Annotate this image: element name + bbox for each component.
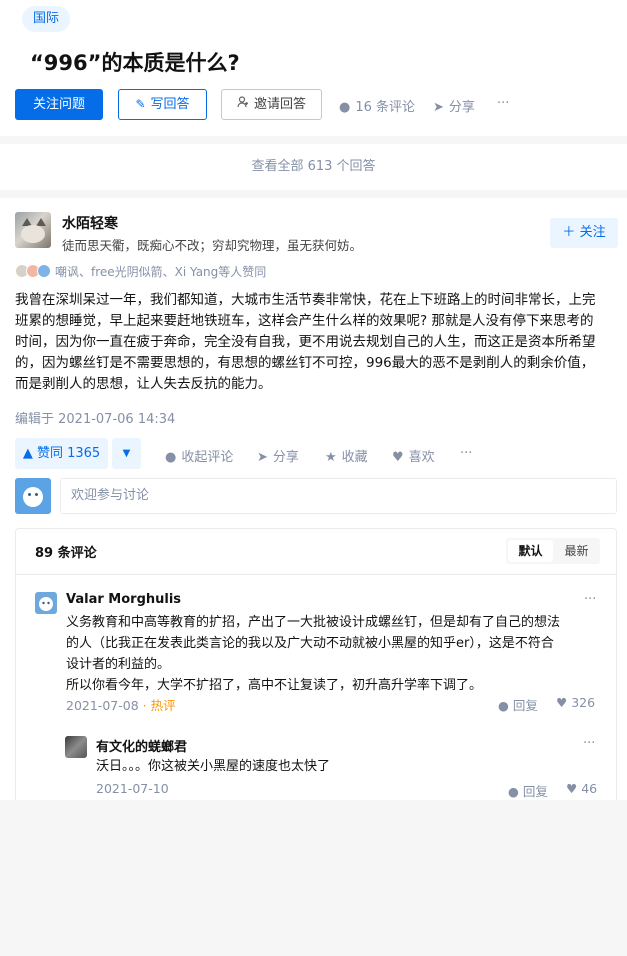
author-avatar[interactable] [15, 212, 51, 248]
reply-author[interactable]: 有文化的蜣螂君 [96, 736, 187, 755]
answer-line: 我曾在深圳呆过一年，我们都知道，大城市生活节奏非常快，花在上下班路上的时间非常长… [15, 292, 596, 308]
sort-latest-tab[interactable]: 最新 [555, 540, 598, 562]
comment-like-button[interactable]: ♥ 326 [556, 695, 595, 710]
invite-user-icon [237, 90, 249, 119]
comment-bubble-icon: ● [498, 698, 509, 713]
answer-card: 水陌轻寒 徒而思天衢，既痴心不改；穷却究物理，虽无获何妨。 ＋ 关注 嘲讽、fr… [0, 198, 627, 800]
like-count: 46 [581, 781, 598, 796]
reply-reply-button[interactable]: ● 回复 [508, 781, 548, 800]
comment-bubble-icon: ● [508, 784, 519, 799]
collect-label: 收藏 [341, 450, 368, 465]
reply-body: 沃日。。。你这被关小黑屋的速度也太快了 [96, 756, 596, 777]
upvote-button[interactable]: ▲ 赞同 1365 [15, 438, 108, 469]
comment-bubble-icon: ● [165, 450, 177, 465]
reply-more-button[interactable]: ··· [583, 736, 595, 751]
question-title[interactable]: “996”的本质是什么? [30, 47, 240, 77]
comment-date: 2021-07-08 [66, 698, 139, 713]
downvote-button[interactable]: ▼ [112, 438, 141, 469]
question-share-button[interactable]: ➤ 分享 [433, 96, 475, 115]
collapse-comments-label: 收起评论 [181, 450, 234, 465]
answer-line: 的，因为螺丝钉是不需要思想的，有思想的螺丝钉不可控，996最大的恶不是剥削人的剩… [15, 355, 595, 371]
follow-author-button[interactable]: ＋ 关注 [550, 218, 618, 248]
write-answer-label: 写回答 [150, 97, 190, 112]
answer-line: 时间，因为你一直在疲于奔命，完全没有自我，更不用说去规划自己的人生，而这正是资本… [15, 334, 596, 350]
question-share-label: 分享 [448, 100, 475, 115]
comment-body: 义务教育和中高等教育的扩招，产出了一大批被设计成螺丝钉，但是却有了自己的想法 的… [66, 612, 606, 696]
voter-avatars [15, 264, 53, 278]
invite-answer-label: 邀请回答 [253, 97, 306, 112]
answer-line: 而是剥削人的思想，让人失去反抗的能力。 [15, 376, 272, 392]
comment-more-button[interactable]: ··· [584, 592, 596, 607]
share-icon: ➤ [257, 450, 268, 465]
collapse-comments-button[interactable]: ● 收起评论 [165, 446, 233, 465]
sort-default-tab[interactable]: 默认 [508, 540, 553, 562]
question-more-button[interactable]: ··· [497, 96, 509, 111]
reply-label: 回复 [512, 698, 538, 713]
question-comments-label: 16 条评论 [355, 100, 416, 115]
heart-icon: ♥ [566, 781, 578, 796]
reply-avatar[interactable] [65, 736, 87, 758]
follow-question-button[interactable]: 关注问题 [15, 89, 103, 120]
answer-more-button[interactable]: ··· [460, 446, 472, 461]
answer-body: 我曾在深圳呆过一年，我们都知道，大城市生活节奏非常快，花在上下班路上的时间非常长… [15, 290, 611, 395]
comment-reply-button[interactable]: ● 回复 [498, 695, 538, 714]
comment-bubble-icon: ● [339, 100, 351, 115]
sort-switch: 默认 最新 [506, 538, 600, 564]
reply-label: 回复 [522, 784, 548, 799]
view-all-answers-link[interactable]: 查看全部 613 个回答 [0, 144, 627, 190]
comment-line: 义务教育和中高等教育的扩招，产出了一大批被设计成螺丝钉，但是却有了自己的想法 [66, 615, 561, 630]
follow-author-label: 关注 [579, 225, 606, 240]
write-answer-button[interactable]: ✎ 写回答 [118, 89, 207, 120]
heart-icon: ♥ [392, 450, 404, 465]
comment-line: 所以你看今年，大学不扩招了，高中不让复读了，初升高升学率下调了。 [66, 678, 483, 693]
question-header: 国际 “996”的本质是什么? 关注问题 ✎ 写回答 邀请回答 ● 16 条评论 ➤… [0, 0, 627, 136]
comment-line: 设计者的利益的。 [66, 657, 171, 672]
comment-time: 2021-07-08 · 热评 [66, 695, 176, 714]
author-name[interactable]: 水陌轻寒 [62, 213, 118, 233]
my-avatar [15, 478, 51, 514]
like-button[interactable]: ♥ 喜欢 [392, 446, 435, 465]
reply-date: 2021-07-10 [96, 781, 169, 796]
question-comments-button[interactable]: ● 16 条评论 [339, 96, 415, 115]
share-icon: ➤ [433, 100, 444, 115]
like-label: 喜欢 [408, 450, 435, 465]
answer-line: 班累的想睡觉，早上起来要赶地铁班车，这样会产生什么样的效果呢? 那就是人没有停下… [15, 313, 594, 329]
answer-share-button[interactable]: ➤ 分享 [257, 446, 299, 465]
upvote-label: 赞同 1365 [36, 446, 101, 461]
comments-count: 89 条评论 [35, 546, 97, 561]
author-bio: 徒而思天衢，既痴心不改；穷却究物理，虽无获何妨。 [62, 238, 363, 253]
edited-time[interactable]: 编辑于 2021-07-06 14:34 [15, 408, 175, 427]
comment-input[interactable]: 欢迎参与讨论 [60, 478, 617, 514]
upvoters-text: 嘲讽、free光阴似箭、Xi Yang等人赞同 [55, 265, 267, 279]
collect-button[interactable]: ★ 收藏 [325, 446, 368, 465]
like-count: 326 [571, 695, 596, 710]
hot-comment-badge: · 热评 [138, 698, 176, 713]
reply-like-button[interactable]: ♥ 46 [566, 781, 597, 796]
star-icon: ★ [325, 450, 337, 465]
divider [16, 574, 616, 575]
triangle-up-icon: ▲ [22, 446, 33, 461]
upvoters-summary[interactable]: 嘲讽、free光阴似箭、Xi Yang等人赞同 [15, 263, 266, 280]
comment-author[interactable]: Valar Morghulis [66, 592, 181, 607]
comment-line: 的人（比我正在发表此类言论的我以及广大动不动就被小黑屋的知乎er），这是不符合 [66, 636, 554, 651]
topic-tag[interactable]: 国际 [22, 6, 71, 32]
reply-line: 沃日。。。你这被关小黑屋的速度也太快了 [96, 759, 331, 774]
answer-share-label: 分享 [272, 450, 299, 465]
invite-answer-button[interactable]: 邀请回答 [221, 89, 322, 120]
heart-icon: ♥ [556, 695, 568, 710]
pen-icon: ✎ [135, 97, 146, 111]
plus-icon: ＋ [562, 225, 576, 240]
comment-avatar[interactable] [35, 592, 57, 614]
